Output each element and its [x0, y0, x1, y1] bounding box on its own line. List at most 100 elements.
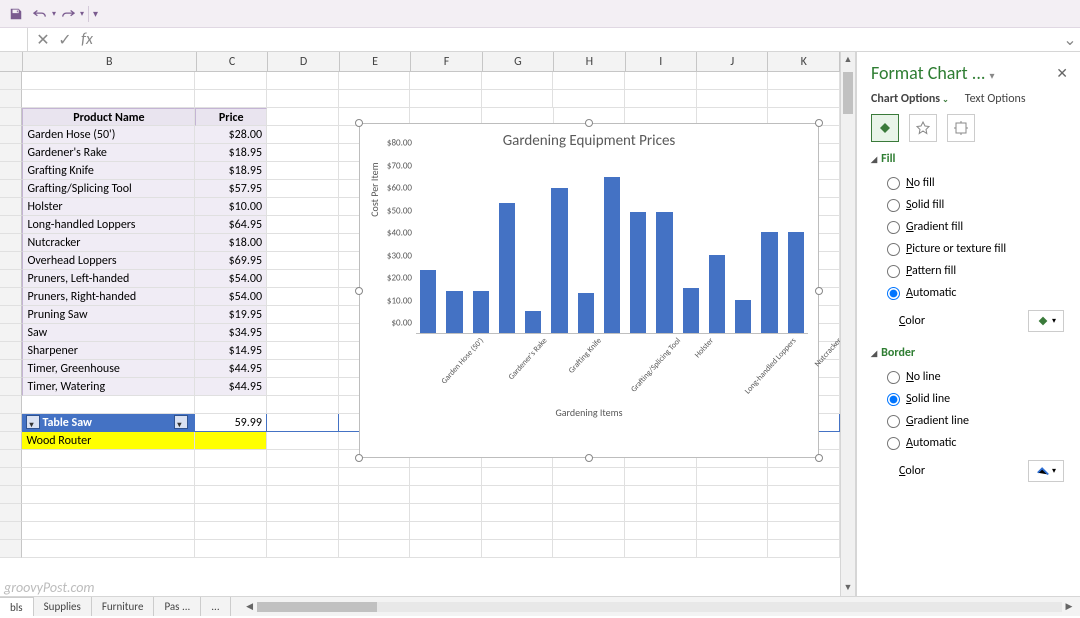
chart-title[interactable]: Gardening Equipment Prices [360, 124, 818, 154]
chart-bar[interactable] [630, 212, 646, 333]
sheet-tab[interactable]: Supplies [34, 597, 92, 616]
fill-color-button[interactable]: ▾ [1028, 310, 1064, 332]
embedded-chart[interactable]: Gardening Equipment Prices Cost Per Item… [359, 123, 819, 458]
chart-bar[interactable] [788, 232, 804, 333]
resize-handle[interactable] [585, 119, 593, 127]
tab-text-options[interactable]: Text Options [965, 92, 1026, 106]
close-pane-icon[interactable]: ✕ [1056, 65, 1068, 82]
cell-price[interactable]: $57.95 [195, 180, 267, 198]
redo-icon[interactable] [58, 4, 78, 24]
vertical-scrollbar[interactable]: ▲ ▼ [840, 52, 856, 596]
spreadsheet-grid[interactable]: B C D E F G H I J K Product Name Price G… [0, 52, 840, 596]
name-box[interactable] [0, 28, 28, 51]
cell-name[interactable]: Saw [22, 324, 195, 342]
cell-price[interactable]: $54.00 [195, 270, 267, 288]
sheet-tab[interactable]: bls [0, 597, 34, 616]
resize-handle[interactable] [815, 454, 823, 462]
filter-dropdown-icon[interactable] [26, 415, 40, 429]
fx-icon[interactable]: fx [80, 30, 94, 49]
col-header[interactable]: F [411, 52, 482, 71]
chart-bar[interactable] [656, 212, 672, 333]
filter-dropdown-icon[interactable] [174, 415, 188, 429]
border-color-button[interactable]: ▾ [1028, 460, 1064, 482]
radio-automatic[interactable]: Automatic [871, 432, 1076, 454]
resize-handle[interactable] [815, 119, 823, 127]
cell-price[interactable]: $28.00 [195, 126, 267, 144]
cell-name[interactable]: Pruning Saw [22, 306, 195, 324]
sheet-tab[interactable]: Furniture [92, 597, 155, 616]
cell-price[interactable]: $44.95 [195, 378, 267, 396]
cell-name[interactable]: Grafting Knife [22, 162, 195, 180]
col-header[interactable]: B [23, 52, 197, 71]
cell-name[interactable]: Overhead Loppers [22, 252, 195, 270]
col-header[interactable]: D [268, 52, 339, 71]
effects-icon[interactable] [909, 114, 937, 142]
radio-pattern-fill[interactable]: Pattern fill [871, 260, 1076, 282]
col-header[interactable]: G [483, 52, 554, 71]
chart-bar[interactable] [473, 291, 489, 333]
cell-name[interactable]: Timer, Watering [22, 378, 195, 396]
col-header[interactable]: I [626, 52, 697, 71]
formula-input[interactable] [102, 28, 1060, 51]
col-header[interactable]: H [554, 52, 625, 71]
cell-name[interactable]: Gardener's Rake [22, 144, 195, 162]
radio-solid-fill[interactable]: Solid fill [871, 194, 1076, 216]
pane-body[interactable]: Fill No fillSolid fillGradient fillPictu… [857, 152, 1080, 596]
chart-bar[interactable] [604, 177, 620, 334]
chart-bar[interactable] [446, 291, 462, 333]
cell-price[interactable]: $19.95 [195, 306, 267, 324]
scroll-down-icon[interactable]: ▼ [841, 580, 855, 596]
cell-name[interactable]: Timer, Greenhouse [22, 360, 195, 378]
chart-bar[interactable] [735, 300, 751, 333]
cell-price[interactable]: $18.95 [195, 144, 267, 162]
cell-price[interactable]: $14.95 [195, 342, 267, 360]
cell-price[interactable]: $54.00 [195, 288, 267, 306]
cancel-formula-icon[interactable]: ✕ [36, 30, 50, 50]
cell-price[interactable]: $34.95 [195, 324, 267, 342]
resize-handle[interactable] [585, 454, 593, 462]
accept-formula-icon[interactable]: ✓ [58, 30, 72, 50]
expand-formula-bar-icon[interactable]: ⌄ [1060, 30, 1080, 50]
sheet-tab[interactable]: Pas ... [154, 597, 201, 616]
radio-no-line[interactable]: No line [871, 366, 1076, 388]
chart-bar[interactable] [525, 311, 541, 333]
cell-name[interactable]: Garden Hose (50') [22, 126, 195, 144]
cell-name[interactable]: Sharpener [22, 342, 195, 360]
chart-bar[interactable] [578, 293, 594, 333]
radio-automatic[interactable]: Automatic [871, 282, 1076, 304]
fill-line-icon[interactable] [871, 114, 899, 142]
cell-name[interactable]: Holster [22, 198, 195, 216]
section-fill[interactable]: Fill [871, 152, 1076, 166]
col-header[interactable]: E [340, 52, 411, 71]
scrollbar-thumb[interactable] [843, 72, 853, 114]
cell-price[interactable]: $10.00 [195, 198, 267, 216]
cell-name[interactable]: Pruners, Left-handed [22, 270, 195, 288]
cell-price[interactable]: $18.95 [195, 162, 267, 180]
scroll-up-icon[interactable]: ▲ [841, 52, 855, 68]
chart-bar[interactable] [420, 270, 436, 333]
radio-picture-or-texture-fill[interactable]: Picture or texture fill [871, 238, 1076, 260]
chart-bar[interactable] [683, 288, 699, 333]
section-border[interactable]: Border [871, 346, 1076, 360]
resize-handle[interactable] [355, 454, 363, 462]
undo-dropdown[interactable]: ▾ [52, 9, 56, 19]
chart-bar[interactable] [709, 255, 725, 333]
x-axis-label[interactable]: Gardening Items [360, 406, 818, 419]
cell-price[interactable]: $69.95 [195, 252, 267, 270]
radio-gradient-line[interactable]: Gradient line [871, 410, 1076, 432]
resize-handle[interactable] [355, 119, 363, 127]
resize-handle[interactable] [355, 287, 363, 295]
tab-chart-options[interactable]: Chart Options⌄ [871, 92, 949, 106]
cell-name[interactable]: Long-handled Loppers [22, 216, 195, 234]
cell-name[interactable]: Nutcracker [22, 234, 195, 252]
resize-handle[interactable] [815, 287, 823, 295]
chart-bar[interactable] [499, 203, 515, 333]
col-header[interactable]: C [197, 52, 268, 71]
col-header[interactable]: J [697, 52, 768, 71]
chart-bar[interactable] [551, 188, 567, 333]
size-properties-icon[interactable] [947, 114, 975, 142]
redo-dropdown[interactable]: ▾ [80, 9, 84, 19]
radio-no-fill[interactable]: No fill [871, 172, 1076, 194]
undo-icon[interactable] [30, 4, 50, 24]
scrollbar-thumb[interactable] [257, 602, 377, 612]
